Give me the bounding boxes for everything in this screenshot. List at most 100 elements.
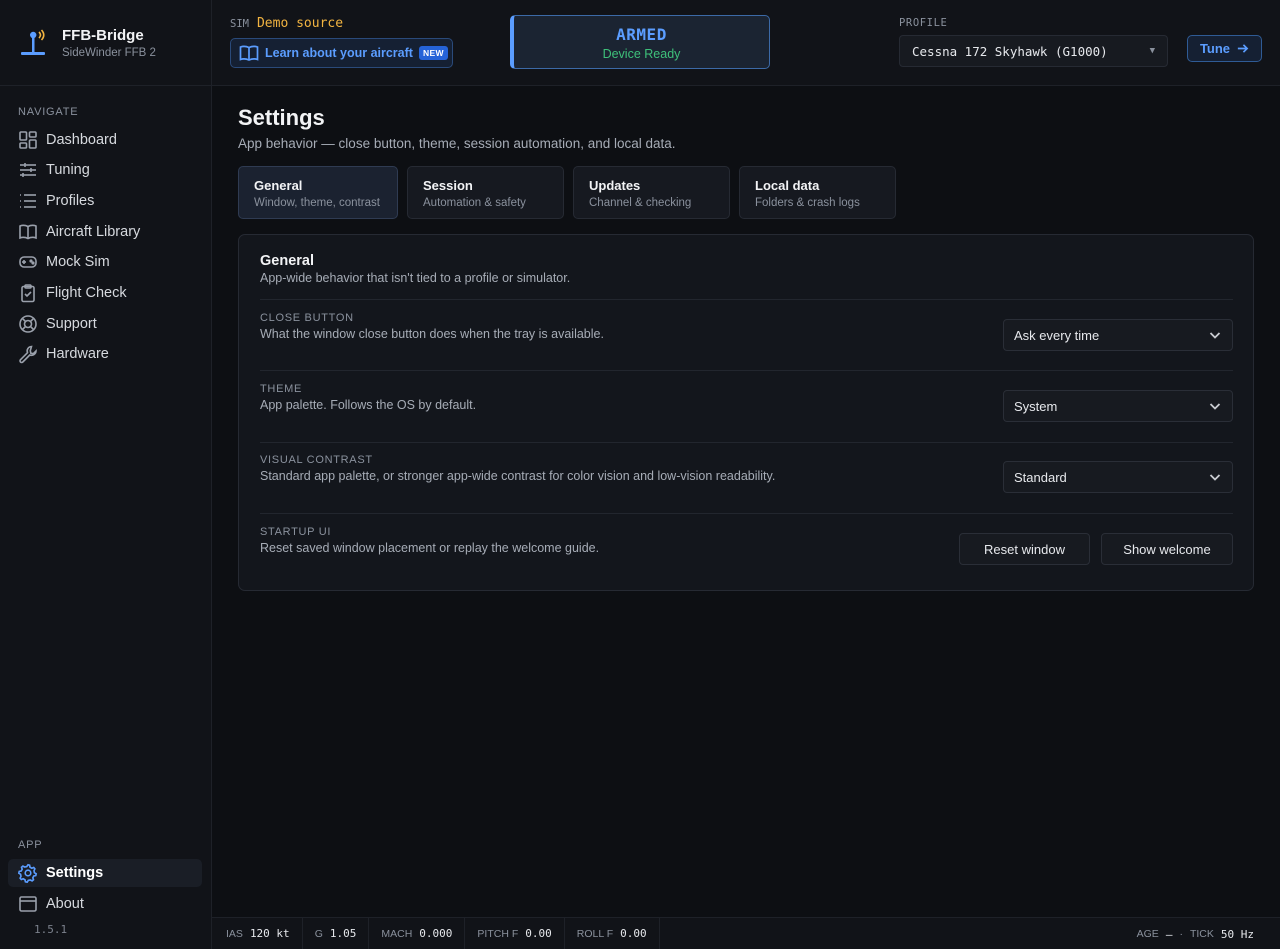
tune-button[interactable]: Tune bbox=[1187, 35, 1262, 62]
mach-value: 0.000 bbox=[419, 927, 453, 940]
age-value: — bbox=[1165, 927, 1173, 941]
profile-value: Cessna 172 Skyhawk (G1000) bbox=[912, 43, 1108, 59]
tab-subtitle: Automation & safety bbox=[423, 197, 526, 209]
theme-value: System bbox=[1014, 398, 1058, 414]
startup-ui-description: Reset saved window placement or replay t… bbox=[260, 541, 600, 555]
book-icon bbox=[19, 224, 37, 240]
sidebar-item-label: Aircraft Library bbox=[46, 224, 141, 240]
tab-title: Updates bbox=[589, 178, 641, 193]
general-settings-panel: General App-wide behavior that isn't tie… bbox=[238, 234, 1254, 591]
dashboard-icon bbox=[19, 131, 37, 149]
roll-force-readout: ROLL F 0.00 bbox=[565, 917, 660, 949]
tab-updates[interactable]: Updates Channel & checking bbox=[573, 166, 730, 219]
window-icon bbox=[19, 896, 37, 912]
app-name: FFB-Bridge bbox=[62, 26, 144, 44]
brand: FFB-Bridge SideWinder FFB 2 bbox=[0, 0, 211, 86]
separator: · bbox=[1179, 928, 1183, 940]
list-icon bbox=[20, 194, 36, 208]
sidebar-item-label: Support bbox=[46, 316, 97, 332]
sidebar-item-flight-check[interactable]: Flight Check bbox=[8, 279, 202, 307]
sidebar-item-label: Hardware bbox=[46, 346, 109, 362]
sidebar-item-mock-sim[interactable]: Mock Sim bbox=[8, 248, 202, 276]
app-section-label: APP bbox=[18, 839, 43, 851]
joystick-icon bbox=[21, 28, 45, 55]
pitch-label: PITCH F bbox=[477, 927, 519, 940]
sidebar-item-label: Dashboard bbox=[46, 132, 117, 148]
visual-contrast-label: VISUAL CONTRAST bbox=[260, 454, 373, 466]
profile-label: PROFILE bbox=[899, 17, 948, 29]
tune-label: Tune bbox=[1199, 41, 1231, 56]
sidebar-item-about[interactable]: About bbox=[8, 890, 202, 918]
tab-title: Local data bbox=[755, 178, 820, 193]
sidebar-item-label: Tuning bbox=[46, 162, 90, 178]
close-button-select[interactable]: Ask every time bbox=[1003, 319, 1233, 351]
theme-label: THEME bbox=[260, 383, 302, 395]
tab-local-data[interactable]: Local data Folders & crash logs bbox=[739, 166, 896, 219]
tab-title: General bbox=[254, 178, 303, 193]
wrench-icon bbox=[19, 345, 37, 364]
show-welcome-button[interactable]: Show welcome bbox=[1101, 533, 1233, 565]
theme-select[interactable]: System bbox=[1003, 390, 1233, 422]
theme-description: App palette. Follows the OS by default. bbox=[260, 398, 477, 412]
age-label: AGE bbox=[1136, 928, 1159, 940]
chevron-down-icon bbox=[1209, 332, 1221, 339]
close-button-value: Ask every time bbox=[1014, 327, 1100, 343]
status-bar: IAS 120 kt G 1.05 MACH 0.000 PITCH F 0.0… bbox=[212, 917, 1280, 949]
sidebar-item-tuning[interactable]: Tuning bbox=[8, 156, 202, 184]
top-bar: SIM Demo source Learn about your aircraf… bbox=[212, 0, 1280, 86]
sidebar: FFB-Bridge SideWinder FFB 2 NAVIGATE Das… bbox=[0, 0, 212, 949]
tick-label: TICK bbox=[1189, 928, 1214, 940]
pitch-value: 0.00 bbox=[525, 927, 552, 940]
sidebar-item-support[interactable]: Support bbox=[8, 310, 202, 338]
chevron-down-icon bbox=[1209, 474, 1221, 481]
sim-source-line: SIM Demo source bbox=[230, 16, 343, 31]
panel-title: General bbox=[260, 253, 314, 269]
mach-readout: MACH 0.000 bbox=[369, 917, 466, 949]
book-open-icon bbox=[239, 45, 259, 61]
nav-section-label: NAVIGATE bbox=[18, 106, 79, 118]
page-title: Settings bbox=[238, 105, 325, 130]
tab-subtitle: Folders & crash logs bbox=[755, 197, 860, 209]
gear-icon bbox=[18, 863, 38, 883]
close-button-label: CLOSE BUTTON bbox=[260, 312, 354, 324]
visual-contrast-value: Standard bbox=[1014, 469, 1067, 485]
tab-session[interactable]: Session Automation & safety bbox=[407, 166, 564, 219]
startup-ui-label: STARTUP UI bbox=[260, 526, 332, 538]
divider bbox=[260, 370, 1233, 371]
sidebar-item-dashboard[interactable]: Dashboard bbox=[8, 126, 202, 154]
visual-contrast-select[interactable]: Standard bbox=[1003, 461, 1233, 493]
mach-label: MACH bbox=[381, 927, 413, 940]
divider bbox=[260, 299, 1233, 300]
divider bbox=[260, 513, 1233, 514]
device-ready-status: Device Ready bbox=[602, 47, 681, 61]
sidebar-item-profiles[interactable]: Profiles bbox=[8, 187, 202, 215]
sidebar-item-label: Mock Sim bbox=[46, 254, 110, 270]
sim-tag: SIM bbox=[230, 18, 249, 30]
panel-subtitle: App-wide behavior that isn't tied to a p… bbox=[260, 271, 571, 285]
sidebar-item-label: Flight Check bbox=[46, 285, 127, 301]
ias-readout: IAS 120 kt bbox=[212, 917, 303, 949]
sim-source: Demo source bbox=[256, 16, 344, 31]
page-subtitle: App behavior — close button, theme, sess… bbox=[238, 136, 676, 151]
tab-general[interactable]: General Window, theme, contrast bbox=[238, 166, 398, 219]
visual-contrast-description: Standard app palette, or stronger app-wi… bbox=[260, 469, 776, 483]
tab-subtitle: Channel & checking bbox=[589, 197, 692, 209]
app-version: 1.5.1 bbox=[34, 923, 68, 936]
sidebar-item-label: About bbox=[46, 896, 84, 912]
tick-value: 50 Hz bbox=[1220, 927, 1254, 941]
tab-title: Session bbox=[423, 178, 473, 193]
sidebar-item-label: Settings bbox=[46, 865, 104, 881]
roll-value: 0.00 bbox=[620, 927, 647, 940]
reset-window-button[interactable]: Reset window bbox=[959, 533, 1090, 565]
profile-select[interactable]: Cessna 172 Skyhawk (G1000) ▼ bbox=[899, 35, 1168, 67]
close-button-description: What the window close button does when t… bbox=[260, 327, 604, 341]
sidebar-item-label: Profiles bbox=[46, 193, 95, 209]
arrow-right-icon bbox=[1237, 44, 1249, 53]
sidebar-item-settings[interactable]: Settings bbox=[8, 859, 202, 887]
sliders-icon bbox=[20, 163, 36, 177]
lifebuoy-icon bbox=[19, 315, 37, 333]
learn-aircraft-button[interactable]: Learn about your aircraft NEW bbox=[230, 38, 453, 68]
tab-subtitle: Window, theme, contrast bbox=[254, 197, 380, 209]
sidebar-item-aircraft-library[interactable]: Aircraft Library bbox=[8, 218, 202, 246]
sidebar-item-hardware[interactable]: Hardware bbox=[8, 340, 202, 368]
